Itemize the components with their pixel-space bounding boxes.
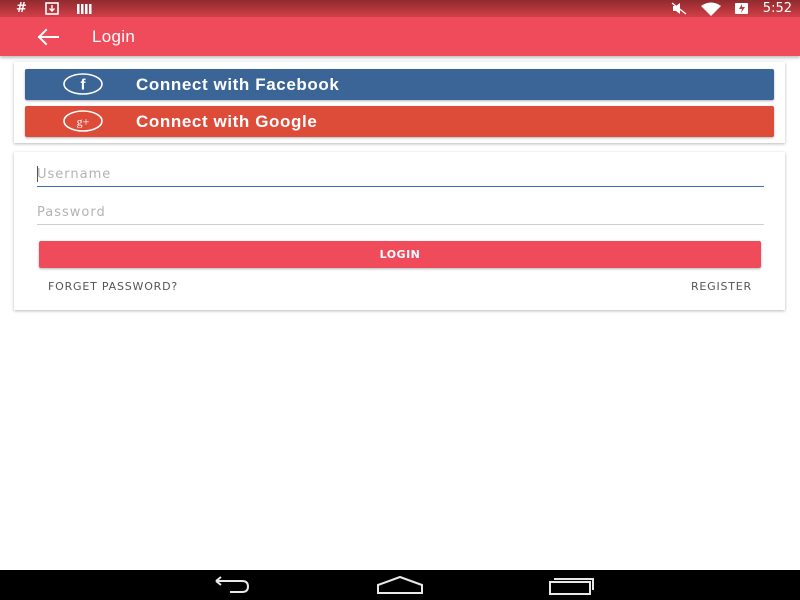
connect-facebook-button[interactable]: f Connect with Facebook (25, 69, 774, 100)
home-nav-icon[interactable] (376, 575, 424, 595)
login-button[interactable]: LOGIN (39, 241, 761, 268)
wifi-icon (700, 2, 721, 16)
username-input[interactable] (37, 162, 764, 187)
svg-text:f: f (81, 77, 87, 94)
page-title: Login (92, 27, 136, 46)
status-bar: # 5:52 (0, 0, 800, 17)
text-cursor (37, 166, 38, 182)
system-nav-bar (0, 570, 800, 600)
forget-password-link[interactable]: FORGET PASSWORD? (48, 280, 178, 294)
arrow-back-icon[interactable] (34, 25, 62, 49)
register-link[interactable]: REGISTER (691, 280, 752, 294)
download-icon (45, 2, 59, 15)
status-time: 5:52 (762, 1, 792, 16)
social-login-card: f Connect with Facebook g+ Connect with … (14, 62, 785, 143)
back-nav-icon[interactable] (206, 575, 252, 595)
google-plus-icon: g+ (63, 110, 103, 132)
connect-google-button[interactable]: g+ Connect with Google (25, 106, 774, 137)
app-bar: Login (0, 17, 800, 56)
recents-nav-icon[interactable] (548, 575, 596, 595)
hash-icon: # (16, 1, 27, 16)
battery-charging-icon (734, 3, 748, 14)
facebook-icon: f (63, 73, 103, 95)
status-left-icons: # (16, 0, 93, 17)
signal-bars-icon (76, 3, 92, 14)
google-button-label: Connect with Google (136, 112, 318, 131)
login-form-card: LOGIN FORGET PASSWORD? REGISTER (14, 152, 785, 310)
status-right-icons: 5:52 (671, 0, 792, 17)
password-input[interactable] (37, 200, 764, 225)
svg-text:g+: g+ (77, 115, 90, 129)
facebook-button-label: Connect with Facebook (136, 75, 340, 94)
mute-icon (671, 2, 687, 15)
